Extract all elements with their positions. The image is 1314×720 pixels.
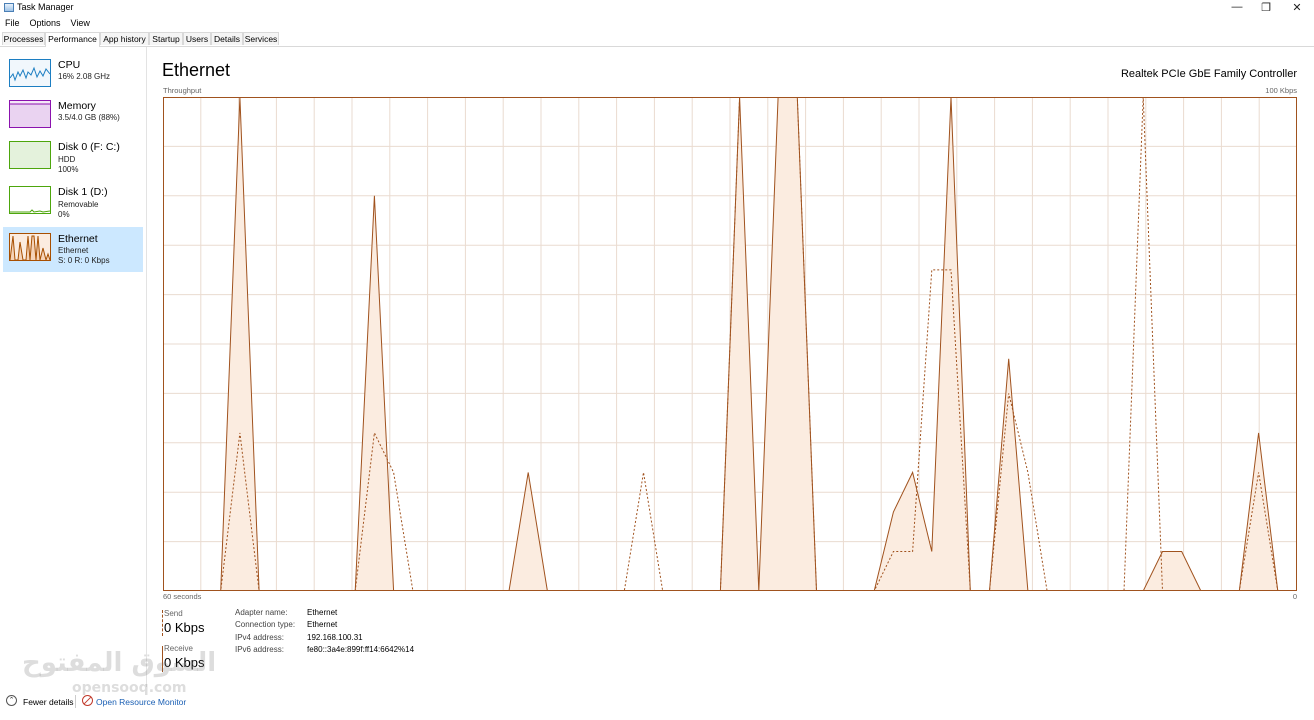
ethernet-type-text: Ethernet — [58, 246, 89, 255]
menu-file[interactable]: File — [0, 16, 25, 30]
sidebar-item-label: Disk 0 (F: C:) — [58, 141, 120, 153]
memory-graph-thumbnail — [9, 100, 51, 128]
disk0-graph-thumbnail — [9, 141, 51, 169]
sidebar-item-disk0[interactable]: Disk 0 (F: C:) HDD 100% — [3, 137, 143, 182]
sidebar-item-disk1[interactable]: Disk 1 (D:) Removable 0% — [3, 182, 143, 227]
tab-performance[interactable]: Performance — [45, 32, 100, 47]
ethernet-graph-thumbnail — [9, 233, 51, 262]
cpu-graph-line — [9, 66, 51, 82]
footer-bar: ⌃ Fewer details Open Resource Monitor — [0, 692, 1314, 712]
info-row-ipv4: IPv4 address: 192.168.100.31 — [235, 633, 414, 645]
menu-bar: File Options View — [0, 16, 95, 30]
cpu-graph-thumbnail — [9, 59, 51, 87]
info-row-connection-type: Connection type: Ethernet — [235, 620, 414, 632]
send-label: Send — [164, 609, 183, 618]
close-button[interactable]: ✕ — [1282, 0, 1312, 14]
minimize-button[interactable]: — — [1222, 0, 1252, 14]
page-title: Ethernet — [162, 60, 231, 80]
info-key: Adapter name: — [235, 608, 288, 617]
memory-usage-text: 3.5/4.0 GB (88%) — [58, 113, 120, 122]
tab-services[interactable]: Services — [243, 32, 279, 45]
open-resource-monitor-link[interactable]: Open Resource Monitor — [96, 697, 186, 707]
sidebar-item-memory[interactable]: Memory 3.5/4.0 GB (88%) — [3, 96, 143, 141]
menu-view[interactable]: View — [66, 16, 95, 30]
cpu-usage-text: 16% 2.08 GHz — [58, 72, 111, 81]
fewer-details-link[interactable]: Fewer details — [23, 697, 74, 707]
send-stat: Send 0 Kbps — [164, 609, 204, 635]
y-axis-label: Throughput — [163, 86, 202, 95]
watermark-logo: السوق المفتوح — [22, 648, 217, 678]
tab-startup[interactable]: Startup — [149, 32, 183, 45]
disk1-type-text: Removable — [58, 200, 99, 209]
task-manager-icon — [4, 3, 14, 12]
info-row-adapter-name: Adapter name: Ethernet — [235, 608, 414, 620]
info-key: IPv4 address: — [235, 632, 284, 642]
adapter-name-header: Realtek PCIe GbE Family Controller — [1120, 68, 1297, 80]
disk1-graph-thumbnail — [9, 186, 51, 214]
info-value: Ethernet — [307, 620, 338, 630]
disk1-graph-line — [10, 209, 51, 213]
resource-monitor-icon[interactable] — [82, 695, 93, 706]
info-value: 192.168.100.31 — [307, 632, 363, 642]
tab-processes[interactable]: Processes — [2, 32, 45, 45]
chevron-up-icon[interactable]: ⌃ — [6, 695, 17, 706]
info-value: fe80::3a4e:899f:ff14:6642%14 — [307, 644, 415, 654]
sidebar-item-cpu[interactable]: CPU 16% 2.08 GHz — [3, 55, 143, 100]
disk0-type-text: HDD — [58, 155, 76, 164]
sidebar-item-label: CPU — [58, 59, 81, 71]
ethernet-graph-line — [9, 235, 51, 262]
footer-divider — [75, 695, 76, 708]
send-value: 0 Kbps — [164, 620, 205, 635]
tab-bar: Processes Performance App history Startu… — [0, 32, 1314, 47]
sidebar-item-label: Ethernet — [58, 233, 98, 245]
throughput-graph — [163, 97, 1297, 591]
restore-button[interactable]: ❐ — [1251, 0, 1281, 14]
sidebar-item-label: Disk 1 (D:) — [58, 186, 108, 198]
memory-graph-fill — [10, 103, 50, 127]
sidebar-item-ethernet[interactable]: Ethernet Ethernet S: 0 R: 0 Kbps — [3, 227, 143, 272]
adapter-info-table: Adapter name: Ethernet Connection type: … — [235, 608, 414, 657]
info-key: Connection type: — [235, 620, 296, 630]
sidebar-item-label: Memory — [58, 100, 96, 112]
resource-sidebar: CPU 16% 2.08 GHz Memory 3.5/4.0 GB (88%)… — [0, 47, 147, 687]
x-axis-end-label: 0 — [1292, 592, 1297, 601]
y-axis-max-label: 100 Kbps — [1265, 86, 1297, 95]
disk1-usage-text: 0% — [58, 210, 70, 219]
menu-options[interactable]: Options — [25, 16, 66, 30]
tab-app-history[interactable]: App history — [100, 32, 149, 45]
tab-users[interactable]: Users — [183, 32, 211, 45]
send-legend-line — [162, 610, 163, 636]
disk0-usage-text: 100% — [58, 165, 79, 174]
info-key: IPv6 address: — [235, 644, 284, 654]
window-title: Task Manager — [17, 2, 74, 12]
info-row-ipv6: IPv6 address: fe80::3a4e:899f:ff14:6642%… — [235, 645, 414, 657]
tab-details[interactable]: Details — [211, 32, 243, 45]
title-bar: Task Manager — ❐ ✕ — [0, 0, 1314, 15]
ethernet-rate-text: S: 0 R: 0 Kbps — [58, 256, 110, 265]
info-value: Ethernet — [307, 608, 338, 617]
x-axis-start-label: 60 seconds — [163, 592, 202, 601]
